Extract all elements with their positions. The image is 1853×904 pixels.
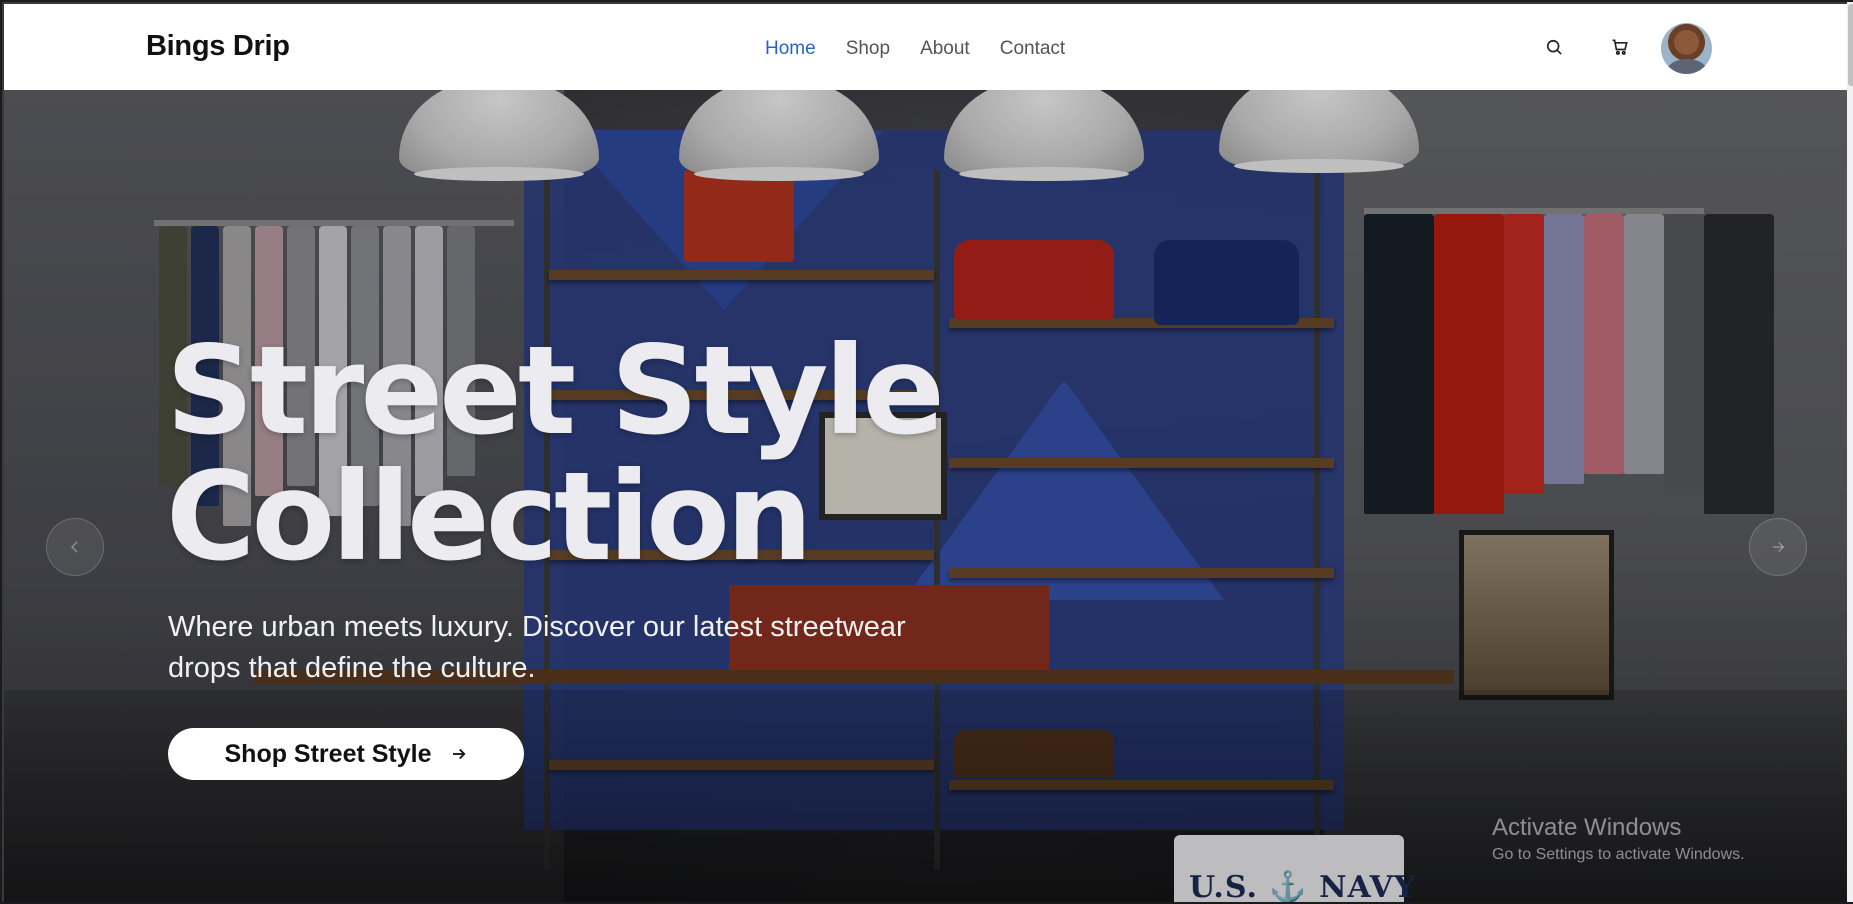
cart-icon [1612,39,1628,55]
watermark-title: Activate Windows [1492,814,1682,841]
hero-title: Street Style Collection [166,328,945,580]
hero-subtitle-line-2: drops that define the culture. [168,652,536,684]
main-nav: Home Shop About Contact [765,38,1095,60]
arrow-right-icon [452,748,466,760]
hero-subtitle-line-1: Where urban meets luxury. Discover our l… [168,611,906,643]
chevron-left-icon [70,541,78,553]
cart-button[interactable] [1605,32,1635,62]
shop-street-style-button[interactable]: Shop Street Style [168,728,524,780]
search-button[interactable] [1539,32,1569,62]
hero-banner: U.S. ⚓ NAVY Street Style Collection Wher… [4,90,1847,902]
activate-windows-watermark: Activate Windows Go to Settings to activ… [1492,814,1745,864]
hero-subtitle: Where urban meets luxury. Discover our l… [168,607,1038,689]
search-icon [1546,39,1562,55]
brand-logo[interactable]: Bings Drip [146,30,290,63]
carousel-next-button[interactable] [1749,518,1807,576]
user-avatar[interactable] [1661,23,1712,74]
hero-title-line-1: Street Style [166,320,945,462]
hero-title-line-2: Collection [166,446,813,588]
watermark-subtitle: Go to Settings to activate Windows. [1492,846,1745,863]
carousel-prev-button[interactable] [46,518,104,576]
page-scrollbar[interactable] [1847,2,1853,902]
navbar: Bings Drip Home Shop About Contact [4,4,1847,90]
shop-button-label: Shop Street Style [224,739,432,768]
nav-link-contact[interactable]: Contact [1000,38,1065,60]
nav-link-home[interactable]: Home [765,38,816,60]
nav-link-shop[interactable]: Shop [846,38,890,60]
nav-link-about[interactable]: About [920,38,970,60]
browser-viewport: Bings Drip Home Shop About Contact U.S. … [0,0,1853,904]
chevron-right-icon [1772,541,1785,553]
scrollbar-thumb[interactable] [1848,4,1853,86]
